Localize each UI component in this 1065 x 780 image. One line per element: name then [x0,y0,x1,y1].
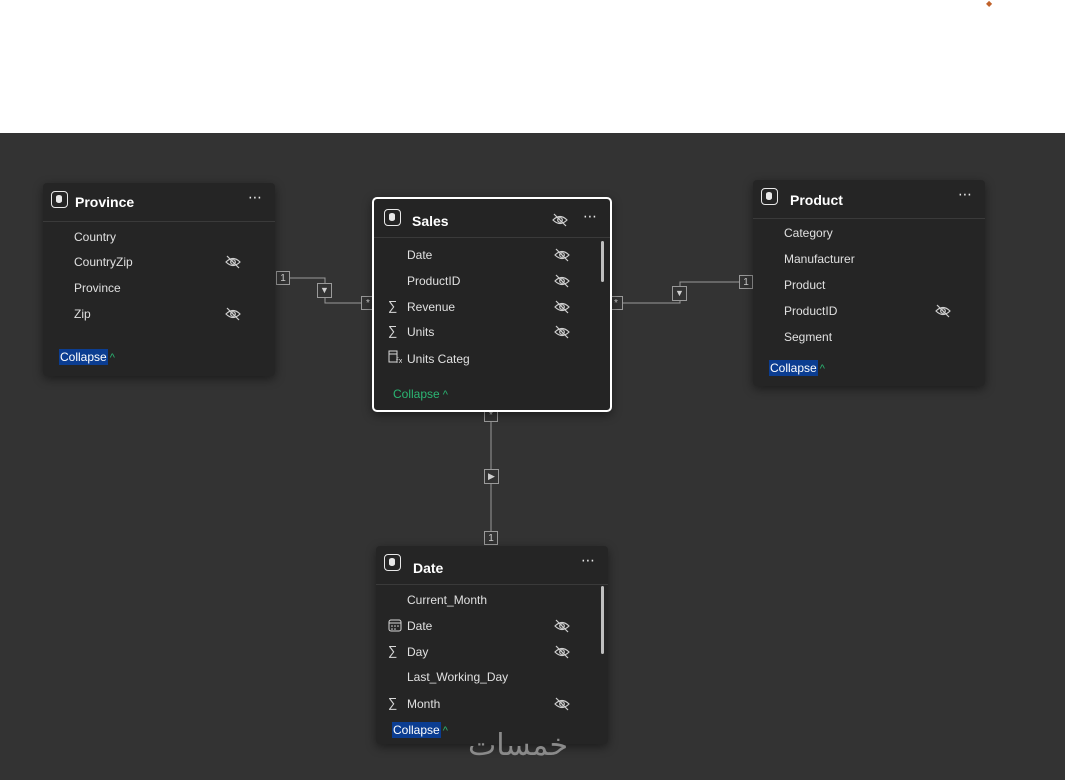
sigma-icon: ∑ [388,695,398,710]
field-item[interactable]: Month [407,697,440,711]
field-item[interactable]: Date [407,619,432,633]
hidden-eye-icon [554,274,570,288]
table-card-date[interactable]: Date ⋯ Current_Month Date ∑ Day Last_Wor… [376,546,608,744]
field-item[interactable]: Current_Month [407,593,487,607]
table-title: Product [790,192,843,208]
hidden-eye-icon [225,307,241,321]
table-header[interactable]: Sales ⋯ [374,199,610,238]
watermark-logo: خمسات [468,728,569,763]
calculated-column-icon: fx [388,350,402,364]
table-icon [384,209,401,226]
table-header[interactable]: Date ⋯ [376,546,608,585]
cardinality-one-province: 1 [276,271,290,285]
field-item[interactable]: Zip [74,307,91,321]
hidden-eye-icon [554,325,570,339]
filter-direction-down-icon[interactable]: ▼ [317,283,332,298]
chevron-up-icon: ^ [442,389,448,401]
field-item[interactable]: Units Categ [407,352,470,366]
filter-direction-down-icon-product[interactable]: ▼ [672,286,687,301]
table-header[interactable]: Product ⋯ [753,180,985,219]
filter-direction-right-icon[interactable]: ▶ [484,469,499,484]
hidden-eye-icon [552,213,568,227]
field-item[interactable]: ProductID [407,274,460,288]
hidden-eye-icon [554,248,570,262]
field-item[interactable]: Revenue [407,300,455,314]
more-options-icon[interactable]: ⋯ [958,186,973,203]
collapse-button[interactable]: Collapse ^ [392,722,448,738]
more-options-icon[interactable]: ⋯ [581,552,596,569]
table-icon [384,554,401,571]
scrollbar-thumb[interactable] [601,586,604,654]
hidden-eye-icon [554,645,570,659]
field-item[interactable]: Day [407,645,428,659]
collapse-label: Collapse [769,360,818,376]
field-item[interactable]: Province [74,281,121,295]
field-item[interactable]: Last_Working_Day [407,670,508,684]
hidden-eye-icon [225,255,241,269]
more-options-icon[interactable]: ⋯ [583,208,598,225]
field-item[interactable]: Date [407,248,432,262]
sigma-icon: ∑ [388,298,398,313]
more-options-icon[interactable]: ⋯ [248,189,263,206]
calendar-icon [388,619,402,632]
collapse-label: Collapse [393,387,440,401]
field-item[interactable]: Product [784,278,825,292]
svg-text:fx: fx [396,357,402,364]
field-item[interactable]: Country [74,230,116,244]
field-item[interactable]: CountryZip [74,255,133,269]
table-card-product[interactable]: Product ⋯ Category Manufacturer Product … [753,180,985,386]
collapse-label: Collapse [392,722,441,738]
table-icon [761,188,778,205]
table-header[interactable]: Province ⋯ [43,183,275,222]
collapse-button[interactable]: Collapse ^ [392,387,448,401]
chevron-up-icon: ^ [442,725,448,737]
field-item[interactable]: Segment [784,330,832,344]
collapse-button[interactable]: Collapse ^ [769,360,825,376]
hidden-eye-icon [554,300,570,314]
cardinality-one-date: 1 [484,531,498,545]
table-card-province[interactable]: Province ⋯ Country CountryZip Province Z… [43,183,275,376]
table-title: Province [75,194,135,210]
scrollbar-thumb[interactable] [601,241,604,282]
sigma-icon: ∑ [388,323,398,338]
hidden-eye-icon [935,304,951,318]
table-title: Sales [412,213,449,229]
field-item[interactable]: Manufacturer [784,252,855,266]
chevron-up-icon: ^ [109,352,115,364]
field-item[interactable]: ProductID [784,304,837,318]
table-title: Date [413,560,444,576]
collapse-label: Collapse [59,349,108,365]
table-icon [51,191,68,208]
collapse-button[interactable]: Collapse ^ [59,349,115,365]
field-item[interactable]: Category [784,226,833,240]
cardinality-one-product: 1 [739,275,753,289]
hidden-eye-icon [554,697,570,711]
table-card-sales[interactable]: Sales ⋯ Date ProductID ∑ Revenue ∑ Units… [372,197,612,412]
sigma-icon: ∑ [388,643,398,658]
field-item[interactable]: Units [407,325,434,339]
chevron-up-icon: ^ [819,363,825,375]
hidden-eye-icon [554,619,570,633]
